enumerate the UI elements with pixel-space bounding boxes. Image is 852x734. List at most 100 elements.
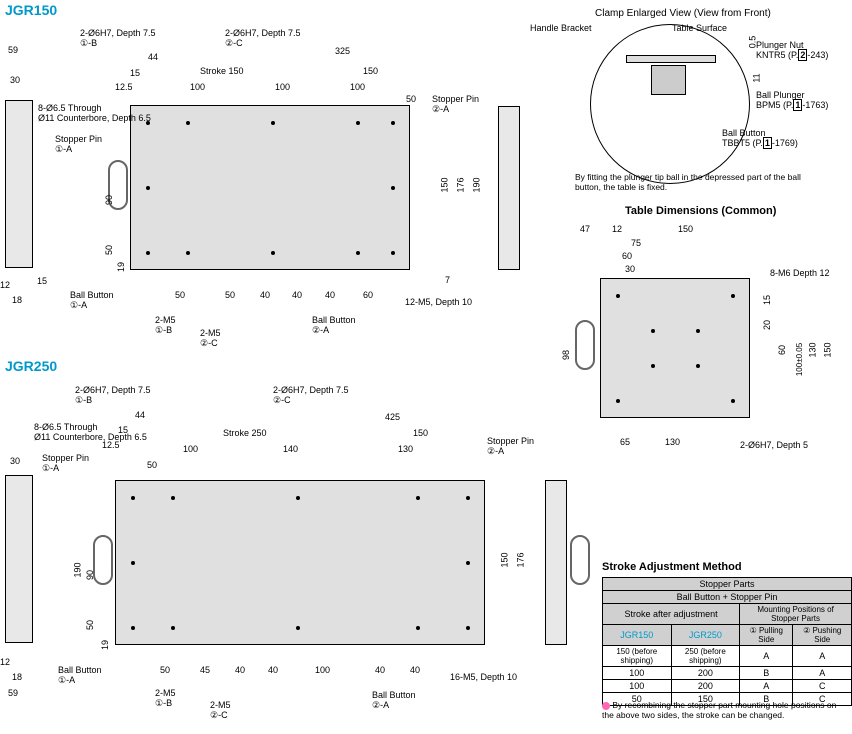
jgr150-dim-15-2: 15 [37, 276, 47, 286]
d176: 176 [456, 177, 466, 192]
jgr150-dim-12: 12 [0, 280, 10, 290]
stroke-table: Stopper Parts Ball Button + Stopper Pin … [602, 577, 852, 706]
d50_3: 50 [104, 245, 114, 255]
jgr150-main-plate [130, 105, 410, 270]
td100: 100±0.05 [795, 343, 804, 376]
clamp-title: Clamp Enlarged View (View from Front) [595, 8, 771, 19]
d100_250_2: 100 [315, 665, 330, 675]
hole [296, 496, 300, 500]
callout-text: 8-Ø6.5 Through [34, 422, 97, 432]
jgr150-side-view-left [5, 100, 33, 268]
td150_2: 150 [823, 342, 833, 357]
cell: A [793, 667, 852, 680]
callout-text: Stopper Pin [42, 453, 89, 463]
jgr150-stopper-pin-right: Stopper Pin ②-A [432, 94, 479, 115]
hole [651, 364, 655, 368]
callout-text2: Ø11 Counterbore, Depth 6.5 [34, 432, 147, 442]
td20: 20 [762, 320, 772, 330]
hole [356, 251, 360, 255]
callout-text: 2-M5 [155, 688, 176, 698]
d100_2: 100 [275, 82, 290, 92]
callout-ref: ①-A [70, 300, 87, 310]
table-dims-title: Table Dimensions (Common) [625, 205, 776, 217]
stroke250: Stroke 250 [223, 428, 267, 438]
d190_250: 190 [73, 562, 83, 577]
ref: BPM5 (P.1-1763) [756, 99, 828, 111]
th-stroke-after: Stroke after adjustment [603, 604, 740, 625]
hole [356, 121, 360, 125]
d44_2: 44 [135, 410, 145, 420]
jgr250-dim-30: 30 [10, 456, 20, 466]
callout-ref: ①-B [155, 325, 172, 335]
jgr150-stopper-pin-left: Stopper Pin ①-A [55, 134, 102, 155]
table-surface-label: Table Surface [672, 23, 727, 33]
d150_v: 150 [440, 177, 450, 192]
th-mounting: Mounting Positions of Stopper Parts [740, 604, 852, 625]
jgr250-handle-right [570, 535, 590, 585]
d176_250: 176 [516, 552, 526, 567]
callout-text: 2-Ø6H7, Depth 7.5 [75, 385, 151, 395]
d12_5: 12.5 [115, 82, 133, 92]
table-handle [575, 320, 595, 370]
hole [171, 496, 175, 500]
callout-ref: ②-C [273, 395, 291, 405]
label: Plunger Nut [756, 40, 804, 50]
stroke: Stroke 150 [200, 66, 244, 76]
jgr250-stopper-pin-right: Stopper Pin ②-A [487, 436, 534, 457]
jgr250-m5-left: 2-M5 ①-B [155, 688, 176, 709]
clamp-detail-circle [590, 24, 750, 184]
note-bullet-icon [602, 702, 610, 710]
jgr150-m5-center: 2-M5 ②-C [200, 328, 221, 349]
td130_2: 130 [808, 342, 818, 357]
d40_250_1: 40 [235, 665, 245, 675]
callout-text: 2-M5 [200, 328, 221, 338]
d40_250_2: 40 [268, 665, 278, 675]
d40_3: 40 [325, 290, 335, 300]
d11: 11 [752, 73, 762, 82]
jgr150-m5-left: 2-M5 ①-B [155, 315, 176, 336]
td130: 130 [665, 437, 680, 447]
table-surface-rect [626, 55, 716, 63]
jgr150-label: JGR150 [5, 2, 57, 18]
label: Ball Button [722, 128, 766, 138]
d40_250_3: 40 [375, 665, 385, 675]
callout-text: 2-M5 [210, 700, 231, 710]
callout-text: 2-M5 [155, 315, 176, 325]
jgr250-m5-right: 16-M5, Depth 10 [450, 672, 517, 682]
cell: 250 (before shipping) [671, 646, 740, 667]
th-bb: Ball Button + Stopper Pin [603, 591, 852, 604]
d45: 45 [200, 665, 210, 675]
jgr250-side-view-right [545, 480, 567, 645]
callout-ref: ②-A [372, 700, 389, 710]
jgr150-dim-30: 30 [10, 75, 20, 85]
d50_1: 50 [406, 94, 416, 104]
td150: 150 [678, 224, 693, 234]
hole [296, 626, 300, 630]
jgr250-hole-spec-1: 2-Ø6H7, Depth 7.5 ①-B [75, 385, 151, 406]
callout-ref: ①-A [58, 675, 75, 685]
d44: 44 [148, 52, 158, 62]
ref: KNTR5 (P.2-243) [756, 49, 828, 61]
d50_4: 50 [175, 290, 185, 300]
clamp-note: By fitting the plunger tip ball in the d… [575, 172, 825, 192]
d100_1: 100 [190, 82, 205, 92]
jgr250-ball-button-left: Ball Button ①-A [58, 665, 102, 686]
jgr250-main-plate [115, 480, 485, 645]
d0_5: 0.5 [747, 36, 757, 49]
th-jgr250: JGR250 [671, 625, 740, 646]
cell: A [793, 646, 852, 667]
callout-text2: Ø11 Counterbore, Depth 6.5 [38, 113, 151, 123]
callout-ref: ②-A [432, 104, 449, 114]
table-row: 100 200 B A [603, 667, 852, 680]
callout-text: Ball Button [312, 315, 356, 325]
callout-text: Ball Button [70, 290, 114, 300]
note-text: By recombining the stopper part mounting… [602, 700, 836, 720]
d7: 7 [445, 275, 450, 285]
hole [146, 186, 150, 190]
td98: 98 [561, 350, 571, 360]
d130_250: 130 [398, 444, 413, 454]
d50_250_3: 50 [160, 665, 170, 675]
cell: 100 [603, 667, 672, 680]
bracket-rect [651, 65, 686, 95]
hole [131, 626, 135, 630]
